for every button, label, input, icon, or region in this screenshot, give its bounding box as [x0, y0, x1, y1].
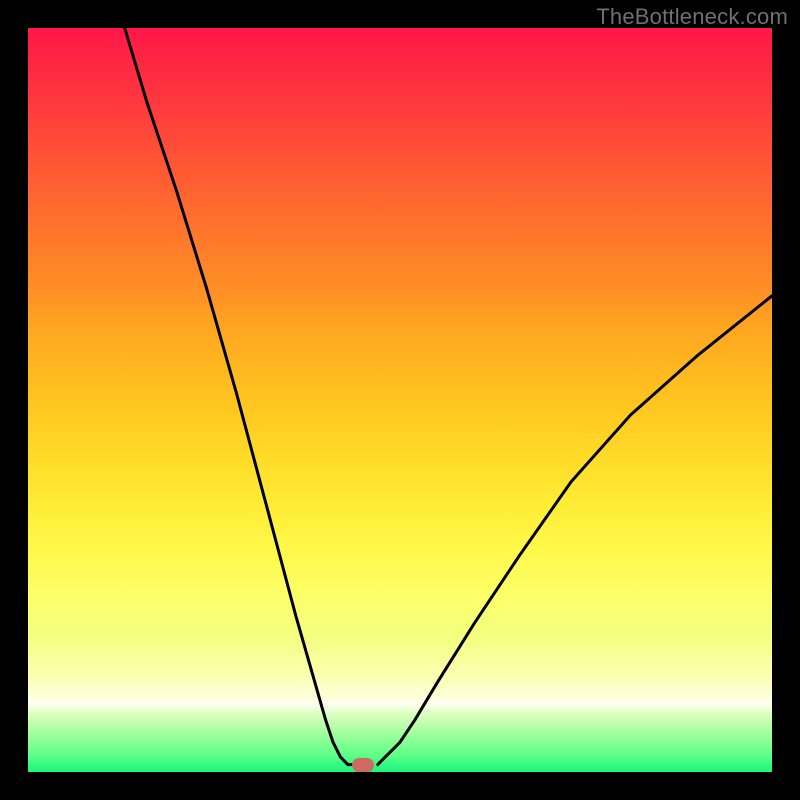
plot-area: [28, 28, 772, 772]
curve-left-branch: [125, 28, 356, 765]
chart-frame: TheBottleneck.com: [0, 0, 800, 800]
bottleneck-curve: [28, 28, 772, 772]
valley-marker: [352, 758, 374, 772]
curve-right-branch: [378, 296, 772, 765]
watermark-text: TheBottleneck.com: [596, 4, 788, 30]
